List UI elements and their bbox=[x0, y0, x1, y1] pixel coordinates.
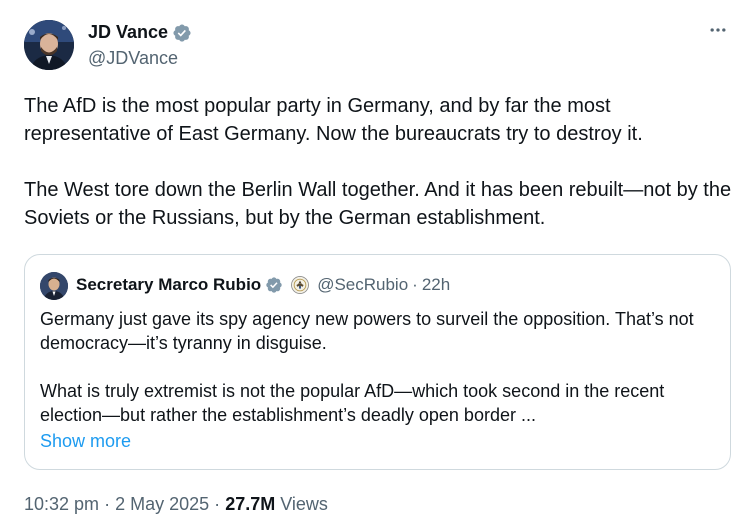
tweet-paragraph: The West tore down the Berlin Wall toget… bbox=[24, 179, 732, 229]
separator-dot: · bbox=[104, 494, 111, 514]
tweet: JD Vance @JDVance The AfD is the most po… bbox=[0, 0, 744, 532]
quoted-author-handle[interactable]: @SecRubio bbox=[317, 275, 408, 295]
quoted-tweet-text: Germany just gave its spy agency new pow… bbox=[40, 307, 722, 427]
quoted-paragraph: What is truly extremist is not the popul… bbox=[40, 381, 665, 425]
author-name-row: JD Vance bbox=[88, 22, 192, 43]
more-horizontal-icon bbox=[710, 28, 726, 32]
state-department-seal-icon bbox=[291, 276, 310, 294]
show-more-link[interactable]: Show more bbox=[40, 431, 131, 452]
separator-dot: · bbox=[412, 275, 418, 294]
author-name[interactable]: JD Vance bbox=[88, 22, 168, 43]
verified-badge-icon bbox=[266, 277, 282, 293]
quoted-author-avatar[interactable] bbox=[40, 272, 68, 300]
tweet-date[interactable]: 2 May 2025 bbox=[115, 494, 209, 514]
more-options-button[interactable] bbox=[708, 20, 728, 44]
quoted-tweet-time[interactable]: 22h bbox=[422, 275, 450, 295]
author-handle[interactable]: @JDVance bbox=[88, 48, 178, 69]
tweet-time[interactable]: 10:32 pm bbox=[24, 494, 99, 514]
quoted-author-name[interactable]: Secretary Marco Rubio bbox=[76, 275, 261, 295]
author-avatar[interactable] bbox=[24, 20, 74, 70]
tweet-text: The AfD is the most popular party in Ger… bbox=[24, 92, 736, 232]
tweet-meta: 10:32 pm · 2 May 2025 · 27.7M Views bbox=[24, 494, 328, 515]
views-count: 27.7M bbox=[225, 494, 276, 514]
quoted-tweet-card[interactable]: Secretary Marco Rubio @SecRubio · 22h Ge… bbox=[24, 254, 731, 470]
views-label: Views bbox=[280, 494, 328, 514]
quoted-paragraph: Germany just gave its spy agency new pow… bbox=[40, 309, 694, 353]
quoted-tweet-header: Secretary Marco Rubio @SecRubio · 22h bbox=[76, 275, 450, 295]
tweet-paragraph: The AfD is the most popular party in Ger… bbox=[24, 95, 643, 145]
verified-badge-icon bbox=[173, 23, 191, 42]
separator-dot: · bbox=[214, 494, 221, 514]
